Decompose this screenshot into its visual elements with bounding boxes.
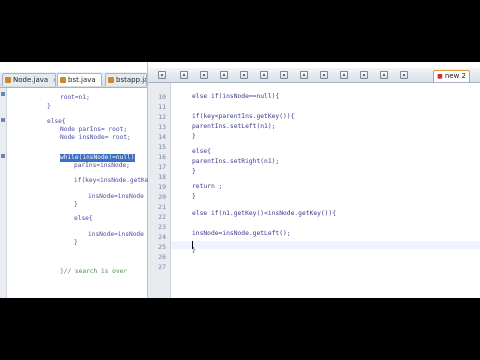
code-line: }: [74, 239, 78, 246]
line-number: 26: [158, 253, 166, 261]
code-comment-line: }// search is over: [60, 268, 128, 275]
java-file-icon: [108, 77, 114, 83]
toolbar-button-icon[interactable]: [280, 71, 288, 79]
code-line: parentIns.setLeft(n1);: [192, 123, 276, 130]
tab-new-2[interactable]: ■ new 2: [433, 70, 470, 82]
line-number: 23: [158, 223, 166, 231]
code-line: if(key<parentIns.getKey()){: [192, 113, 295, 120]
line-number-gutter: 10 11 12 13 14 15 16 17 18 19 20 21 22 2…: [148, 83, 171, 298]
code-line: }: [192, 168, 196, 175]
line-number: 17: [158, 163, 166, 171]
line-number: 16: [158, 153, 166, 161]
close-icon[interactable]: ■: [437, 73, 443, 80]
tab-label: Node.java: [13, 76, 49, 84]
line-number: 12: [158, 113, 166, 121]
toolbar-button-icon[interactable]: [400, 71, 408, 79]
toolbar-button-icon[interactable]: [260, 71, 268, 79]
toolbar-button-icon[interactable]: [320, 71, 328, 79]
left-editor-pane: Node.java × bst.java bstapp.java root=n1…: [0, 62, 152, 298]
code-line: else{: [47, 118, 66, 125]
toolbar-button-icon[interactable]: [200, 71, 208, 79]
toolbar-button-icon[interactable]: [360, 71, 368, 79]
code-line: parentIns.setRight(n1);: [192, 158, 280, 165]
java-file-icon: [5, 77, 11, 83]
code-line: parIns=insNode;: [74, 162, 130, 169]
tab-label: bst.java: [68, 76, 96, 84]
code-line: }: [192, 193, 196, 200]
tab-node-java[interactable]: Node.java ×: [2, 73, 56, 86]
right-editor-pane: ■ new 2 10 11 12 13 14 15 16 17 18 19 20 …: [148, 62, 480, 298]
editor-toolbar: ■ new 2: [148, 68, 480, 83]
code-line: else{: [192, 148, 211, 155]
line-number: 10: [158, 93, 166, 101]
code-line: }: [47, 103, 51, 110]
line-number: 14: [158, 133, 166, 141]
toolbar-button-icon[interactable]: [158, 71, 166, 79]
code-line: insNode=insNode.getLeft();: [192, 230, 291, 237]
line-number: 22: [158, 213, 166, 221]
current-line-highlight: [171, 241, 480, 249]
left-code-area[interactable]: root=n1; } else{ Node parIns= root; Node…: [0, 88, 152, 298]
code-line: insNode=insNode: [88, 193, 144, 200]
java-file-icon: [60, 77, 66, 83]
line-number: 27: [158, 263, 166, 271]
code-line: }: [74, 201, 78, 208]
left-tab-bar: Node.java × bst.java bstapp.java: [0, 72, 147, 88]
line-number: 20: [158, 193, 166, 201]
code-line: else{: [74, 215, 93, 222]
toolbar-button-icon[interactable]: [220, 71, 228, 79]
line-number: 15: [158, 143, 166, 151]
toolbar-button-icon[interactable]: [300, 71, 308, 79]
screen-area: Node.java × bst.java bstapp.java root=n1…: [0, 62, 480, 298]
code-line: else if(insNode==null){: [192, 93, 280, 100]
toolbar-button-icon[interactable]: [240, 71, 248, 79]
toolbar-button-icon[interactable]: [180, 71, 188, 79]
code-line: insNode=insNode: [88, 231, 144, 238]
line-number: 11: [158, 103, 166, 111]
line-number: 19: [158, 183, 166, 191]
toolbar-button-icon[interactable]: [380, 71, 388, 79]
line-number: 21: [158, 203, 166, 211]
tab-bst-java[interactable]: bst.java: [57, 73, 102, 86]
code-line: Node insNode= root;: [60, 134, 131, 141]
toolbar-button-icon[interactable]: [340, 71, 348, 79]
code-line: if(key<insNode.getKey: [74, 177, 153, 184]
code-line: Node parIns= root;: [60, 126, 128, 133]
code-line: return ;: [192, 183, 223, 190]
tab-label: bstapp.java: [116, 76, 146, 84]
line-number: 24: [158, 233, 166, 241]
close-icon[interactable]: ×: [52, 77, 55, 84]
code-line: else if(n1.getKey()<insNode.getKey()){: [192, 210, 337, 217]
line-number: 25: [158, 243, 166, 251]
line-number: 18: [158, 173, 166, 181]
line-number: 13: [158, 123, 166, 131]
code-line: root=n1;: [60, 94, 90, 101]
tab-label: new 2: [444, 72, 466, 80]
selected-code-line: while(insNode!=null): [60, 154, 135, 162]
text-cursor: [192, 241, 193, 249]
code-line: }: [192, 133, 196, 140]
tab-bstapp-java[interactable]: bstapp.java: [105, 73, 147, 86]
